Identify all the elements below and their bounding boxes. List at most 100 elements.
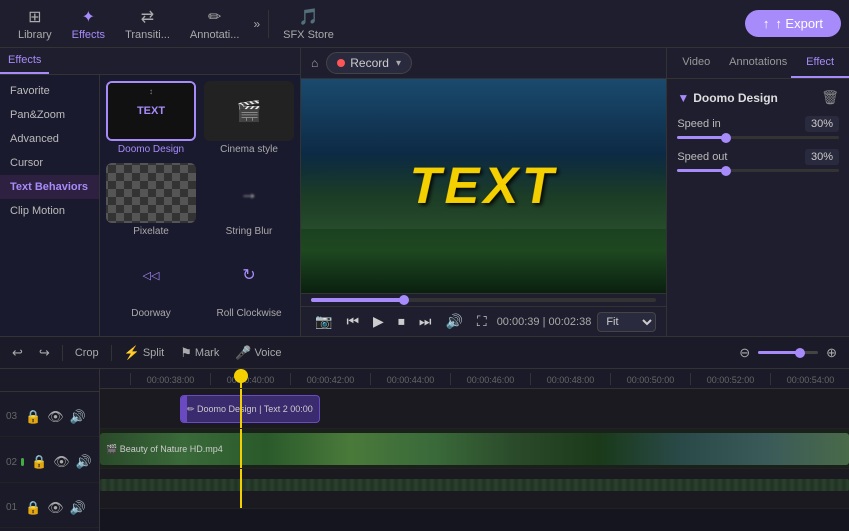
speed-out-fill: [677, 169, 726, 172]
more-icon[interactable]: »: [249, 13, 264, 35]
preview-header: ⌂ Record ▾: [301, 48, 666, 79]
progress-bar[interactable]: [311, 298, 656, 302]
section-title: ▼ Doomo Design: [677, 91, 778, 105]
speed-out-slider[interactable]: [677, 169, 839, 172]
track-01-lock[interactable]: 🔒: [24, 499, 42, 517]
video-clip-label: 🎬 Beauty of Nature HD.mp4: [100, 444, 229, 455]
track-03-eye[interactable]: 👁: [46, 408, 65, 426]
effect-pixelate[interactable]: Pixelate: [106, 163, 196, 237]
tab-video[interactable]: Video: [667, 48, 725, 78]
progress-thumb: [399, 295, 409, 305]
effect-thumb-pixelate[interactable]: [106, 163, 196, 223]
transitions-tab[interactable]: ⇄ Transiti...: [115, 3, 180, 45]
ruler-mark-2: 00:00:42:00: [290, 373, 370, 385]
skip-back-button[interactable]: ⏮: [342, 311, 363, 332]
sfx-tab[interactable]: 🎵 SFX Store: [273, 3, 344, 45]
left-panel: Effects Favorite Pan&Zoom Advanced Curso…: [0, 48, 301, 336]
tab-annotations[interactable]: Annotations: [725, 48, 791, 78]
effect-extra1[interactable]: ◆: [106, 327, 196, 336]
home-icon[interactable]: ⌂: [311, 56, 318, 70]
crop-button[interactable]: Crop: [71, 345, 103, 361]
annotations-tab[interactable]: ✏ Annotati...: [180, 3, 250, 45]
track-labels: 03 🔒 👁 🔊 02 🔒 👁 🔊 01 🔒 👁 🔊: [0, 369, 100, 531]
effect-label-cinema: Cinema style: [220, 144, 278, 155]
text-clip[interactable]: ✏ Doomo Design | Text 2 00:00:4: [180, 395, 320, 423]
undo-button[interactable]: ↩: [8, 343, 27, 363]
zoom-thumb[interactable]: [795, 348, 805, 358]
redo-button[interactable]: ↪: [35, 343, 54, 363]
speed-out-value[interactable]: 30%: [805, 149, 839, 165]
effect-thumb-rollclockwise[interactable]: ↻: [204, 245, 294, 305]
play-button[interactable]: ▶: [369, 311, 388, 332]
effect-thumb-doomo[interactable]: ↕ TEXT: [106, 81, 196, 141]
effect-doomo-design[interactable]: ↕ TEXT Doomo Design: [106, 81, 196, 155]
mark-button[interactable]: ⚑ Mark: [176, 343, 223, 363]
delete-effect-button[interactable]: 🗑: [821, 89, 839, 106]
speed-out-thumb[interactable]: [721, 166, 731, 176]
sidebar-item-textbehaviors[interactable]: Text Behaviors: [0, 175, 99, 199]
mark-icon: ⚑: [180, 345, 192, 361]
speed-out-label-row: Speed out 30%: [677, 149, 839, 165]
sidebar-item-cursor[interactable]: Cursor: [0, 151, 99, 175]
speed-in-value[interactable]: 30%: [805, 116, 839, 132]
zoom-slider[interactable]: [758, 351, 818, 354]
effect-label-doorway: Doorway: [131, 308, 170, 319]
ruler-mark-4: 00:00:46:00: [450, 373, 530, 385]
track-03-mute[interactable]: 🔊: [69, 408, 87, 426]
section-header: ▼ Doomo Design 🗑: [677, 89, 839, 106]
track-02-lock[interactable]: 🔒: [30, 453, 48, 471]
voice-icon: 🎤: [235, 345, 251, 361]
track-03-lock[interactable]: 🔒: [24, 408, 42, 426]
effect-thumb-doorway[interactable]: ◁◁: [106, 245, 196, 305]
speed-in-slider[interactable]: [677, 136, 839, 139]
speed-in-label: Speed in: [677, 118, 720, 130]
effect-string-blur[interactable]: → String Blur: [204, 163, 294, 237]
track-row-03: ✏ Doomo Design | Text 2 00:00:4: [100, 389, 849, 429]
track-02-mute[interactable]: 🔊: [75, 453, 93, 471]
progress-bar-area: [301, 293, 666, 306]
effect-thumb-extra2[interactable]: ◇: [204, 327, 294, 336]
sfx-icon: 🎵: [299, 7, 319, 27]
track02-playhead: [240, 429, 242, 468]
timeline: ↩ ↪ Crop ⚡ Split ⚑ Mark 🎤 Voice ⊖ ⊕: [0, 336, 849, 531]
section-collapse-icon[interactable]: ▼: [677, 91, 689, 105]
skip-forward-button[interactable]: ⏭: [415, 311, 436, 332]
effect-thumb-stringblur[interactable]: →: [204, 163, 294, 223]
library-tab[interactable]: ⊞ Library: [8, 3, 62, 45]
record-button[interactable]: Record ▾: [326, 52, 412, 74]
zoom-out-button[interactable]: ⊖: [735, 343, 754, 363]
toolbar-sep-2: [111, 345, 112, 361]
voice-button[interactable]: 🎤 Voice: [231, 343, 285, 363]
zoom-in-button[interactable]: ⊕: [822, 343, 841, 363]
track-01-eye[interactable]: 👁: [46, 499, 65, 517]
effects-tab[interactable]: ✦ Effects: [62, 3, 115, 45]
fit-select[interactable]: Fit 100% 150%: [597, 312, 656, 332]
export-upload-icon: ↑: [763, 16, 770, 31]
screenshot-button[interactable]: 📷: [311, 311, 336, 332]
video-clip[interactable]: 🎬 Beauty of Nature HD.mp4: [100, 433, 849, 465]
fullscreen-button[interactable]: ⛶: [473, 311, 491, 332]
effects-grid: ↕ TEXT Doomo Design 🎬 Cinema style: [100, 75, 300, 336]
volume-button[interactable]: 🔊: [441, 311, 466, 332]
sidebar-item-favorite[interactable]: Favorite: [0, 79, 99, 103]
clip-handle-left[interactable]: [181, 396, 187, 422]
split-button[interactable]: ⚡ Split: [120, 343, 169, 363]
tab-effect[interactable]: Effect: [791, 48, 849, 78]
track-01-mute[interactable]: 🔊: [69, 499, 87, 517]
sidebar-item-panzoom[interactable]: Pan&Zoom: [0, 103, 99, 127]
track-02-eye[interactable]: 👁: [52, 453, 71, 471]
sidebar-item-clipmotion[interactable]: Clip Motion: [0, 199, 99, 223]
effect-thumb-extra1[interactable]: ◆: [106, 327, 196, 336]
tab-effects[interactable]: Effects: [0, 48, 49, 74]
effect-cinema-style[interactable]: 🎬 Cinema style: [204, 81, 294, 155]
sidebar-item-advanced[interactable]: Advanced: [0, 127, 99, 151]
effect-doorway[interactable]: ◁◁ Doorway: [106, 245, 196, 319]
effect-roll-clockwise[interactable]: ↻ Roll Clockwise: [204, 245, 294, 319]
tracks-area: 00:00:38:00 00:00:40:00 00:00:42:00 00:0…: [100, 369, 849, 531]
effect-thumb-cinema[interactable]: 🎬: [204, 81, 294, 141]
speed-in-thumb[interactable]: [721, 133, 731, 143]
export-button[interactable]: ↑ ↑ Export: [745, 10, 841, 37]
stop-button[interactable]: ⏹: [394, 311, 409, 332]
main-layout: Effects Favorite Pan&Zoom Advanced Curso…: [0, 48, 849, 336]
effect-extra2[interactable]: ◇: [204, 327, 294, 336]
